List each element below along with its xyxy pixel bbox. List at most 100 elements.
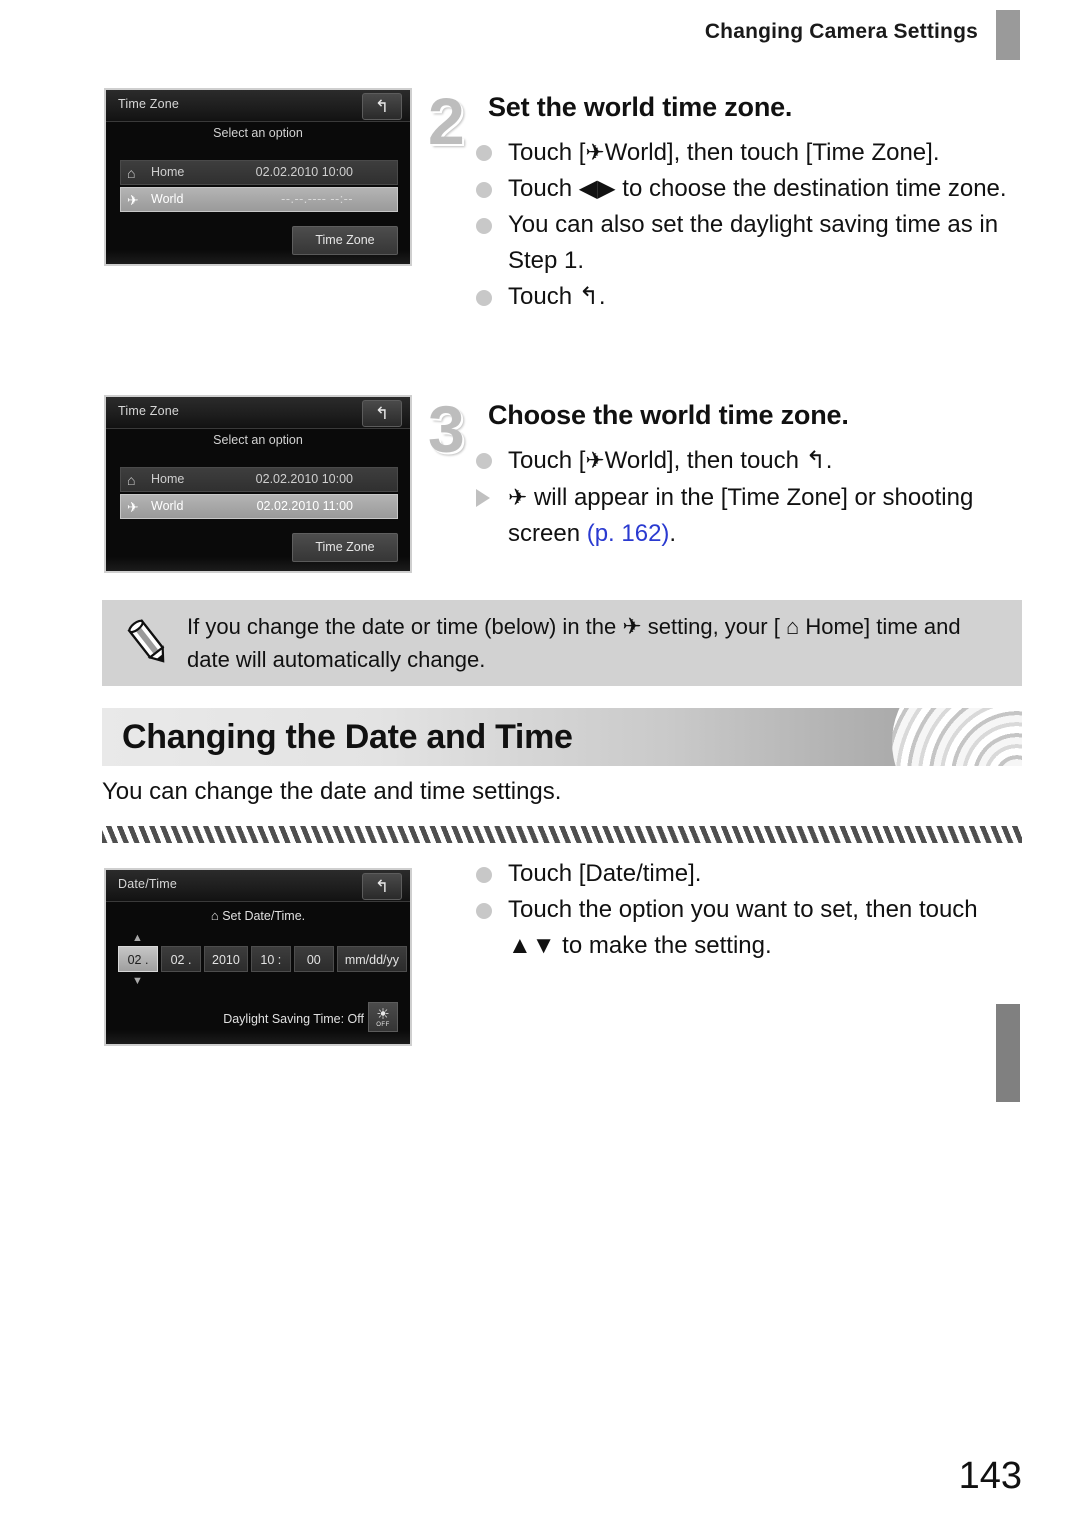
index-tab-marker-icon xyxy=(994,8,1022,62)
list-item-text: Touch [Date/time]. xyxy=(508,860,702,887)
home-icon: ⌂ xyxy=(785,614,800,639)
lcd-row-label: World xyxy=(151,499,184,513)
lcd-screenshot-step3: Time Zone ↰ Select an option ⌂ Home 02.0… xyxy=(104,395,412,573)
home-icon: ⌂ xyxy=(210,908,219,923)
step-title-3: Choose the world time zone. xyxy=(488,400,849,430)
pencil-icon xyxy=(127,619,165,663)
list-item: Touch ↰. xyxy=(472,279,1024,315)
bullet-dot-icon xyxy=(476,182,492,198)
list-item-text: Touch the option you want to set, then t… xyxy=(508,896,978,959)
step-3-instructions: Touch [✈World], then touch ↰. ✈ will app… xyxy=(472,442,1024,552)
list-item: Touch ◀▶ to choose the destination time … xyxy=(472,171,1024,207)
list-item-text: Touch [✈World], then touch ↰. xyxy=(508,447,833,474)
sun-icon: ☀ xyxy=(376,1006,390,1023)
note-box: If you change the date or time (below) i… xyxy=(102,600,1022,686)
lcd-row-value: 02.02.2010 11:00 xyxy=(256,499,353,513)
bullet-dot-icon xyxy=(476,867,492,883)
bullet-triangle-icon xyxy=(476,489,490,507)
step-number-2: 2 xyxy=(428,84,465,158)
datetime-field-group: 02 . 02 . 2010 10 : 00 mm/dd/yy xyxy=(118,946,410,972)
bullet-dot-icon xyxy=(476,145,492,161)
list-item-text: Touch [✈World], then touch [Time Zone]. xyxy=(508,139,940,166)
up-down-arrows-icon: ▲▼ xyxy=(508,932,556,959)
lcd-screenshot-step2: Time Zone ↰ Select an option ⌂ Home 02.0… xyxy=(104,88,412,266)
lcd-row-value: 02.02.2010 10:00 xyxy=(255,472,353,486)
decorative-swirl-icon xyxy=(892,708,1022,766)
datetime-field-format[interactable]: mm/dd/yy xyxy=(336,946,407,972)
list-item: Touch [Date/time]. xyxy=(472,856,1024,892)
list-item: You can also set the daylight saving tim… xyxy=(472,207,1024,279)
back-icon[interactable]: ↰ xyxy=(362,400,402,427)
section-heading-bar: Changing the Date and Time xyxy=(102,708,1022,766)
datetime-field-year[interactable]: 2010 xyxy=(204,946,248,972)
bullet-dot-icon xyxy=(476,903,492,919)
back-icon: ↰ xyxy=(578,283,599,310)
lcd-caption-text: Set Date/Time. xyxy=(222,909,306,923)
back-icon: ↰ xyxy=(805,447,826,474)
lcd-row-value: 02.02.2010 10:00 xyxy=(255,165,353,179)
list-item: ✈ will appear in the [Time Zone] or shoo… xyxy=(472,479,1024,552)
hatched-divider xyxy=(102,826,1022,843)
stepper-down-icon[interactable]: ▼ xyxy=(132,976,143,987)
lcd-row-label: Home xyxy=(151,472,185,486)
datetime-field-month[interactable]: 02 . xyxy=(118,946,158,972)
lcd-row-world[interactable]: ✈ World --.--.---- --:-- xyxy=(120,187,398,212)
page-reference-link[interactable]: (p. 162) xyxy=(587,520,670,547)
note-text: If you change the date or time (below) i… xyxy=(187,613,961,672)
home-icon: ⌂ xyxy=(127,472,136,488)
back-icon[interactable]: ↰ xyxy=(362,873,402,900)
lcd-subtitle: Select an option xyxy=(213,126,303,140)
running-header-title: Changing Camera Settings xyxy=(704,20,978,43)
list-item-text: ✈ will appear in the [Time Zone] or shoo… xyxy=(508,484,974,547)
plane-icon: ✈ xyxy=(585,139,605,165)
step-2-instructions: Touch [✈World], then touch [Time Zone]. … xyxy=(472,134,1024,315)
stepper-up-icon[interactable]: ▲ xyxy=(132,933,143,944)
lcd-subtitle: Select an option xyxy=(213,433,303,447)
lcd-row-world[interactable]: ✈ World 02.02.2010 11:00 xyxy=(120,494,398,519)
plane-icon: ✈ xyxy=(622,613,642,639)
list-item: Touch the option you want to set, then t… xyxy=(472,892,1024,964)
lcd-bottom-fade xyxy=(106,250,410,264)
list-item-text: Touch ◀▶ to choose the destination time … xyxy=(508,175,1007,202)
lcd-row-home[interactable]: ⌂ Home 02.02.2010 10:00 xyxy=(120,160,398,185)
left-right-arrows-icon: ◀▶ xyxy=(578,175,616,202)
plane-icon: ✈ xyxy=(585,447,605,473)
datetime-field-day[interactable]: 02 . xyxy=(161,946,201,972)
page-number: 143 xyxy=(958,1455,1022,1497)
bullet-dot-icon xyxy=(476,218,492,234)
lcd-bottom-fade xyxy=(106,557,410,571)
lcd-row-label: World xyxy=(151,192,184,206)
bullet-dot-icon xyxy=(476,290,492,306)
list-item-text: You can also set the daylight saving tim… xyxy=(508,211,999,274)
list-item-text: Touch ↰. xyxy=(508,283,606,310)
page-header: Changing Camera Settings xyxy=(0,0,1080,62)
thumb-index-tab xyxy=(994,1002,1022,1104)
step-title-2: Set the world time zone. xyxy=(488,92,793,122)
lcd-screenshot-datetime: Date/Time ↰ ⌂ Set Date/Time. ▲ ▼ 02 . 02… xyxy=(104,868,412,1046)
datetime-field-hour[interactable]: 10 : xyxy=(250,946,291,972)
lcd-title: Time Zone xyxy=(118,97,180,111)
bullet-dot-icon xyxy=(476,453,492,469)
lcd-title: Time Zone xyxy=(118,404,180,418)
lcd-caption: ⌂ Set Date/Time. xyxy=(106,908,410,923)
lcd-bottom-fade xyxy=(106,1030,410,1044)
section-title: Changing the Date and Time xyxy=(122,718,573,756)
list-item: Touch [✈World], then touch ↰. xyxy=(472,442,1024,479)
lcd-row-label: Home xyxy=(151,165,185,179)
back-icon[interactable]: ↰ xyxy=(362,93,402,120)
step-number-3: 3 xyxy=(428,392,465,466)
plane-icon: ✈ xyxy=(508,484,528,510)
datetime-field-minute[interactable]: 00 xyxy=(293,946,334,972)
daylight-saving-state: OFF xyxy=(376,1022,390,1028)
datetime-instructions: Touch [Date/time]. Touch the option you … xyxy=(472,856,1024,964)
plane-icon: ✈ xyxy=(127,192,139,208)
daylight-saving-label: Daylight Saving Time: Off xyxy=(223,1012,364,1026)
plane-icon: ✈ xyxy=(127,499,139,515)
daylight-saving-button[interactable]: ☀ OFF xyxy=(368,1002,398,1032)
list-item: Touch [✈World], then touch [Time Zone]. xyxy=(472,134,1024,171)
lcd-title: Date/Time xyxy=(118,877,177,891)
section-description: You can change the date and time setting… xyxy=(102,778,562,805)
lcd-row-home[interactable]: ⌂ Home 02.02.2010 10:00 xyxy=(120,467,398,492)
home-icon: ⌂ xyxy=(127,165,136,181)
lcd-row-value: --.--.---- --:-- xyxy=(281,192,353,206)
